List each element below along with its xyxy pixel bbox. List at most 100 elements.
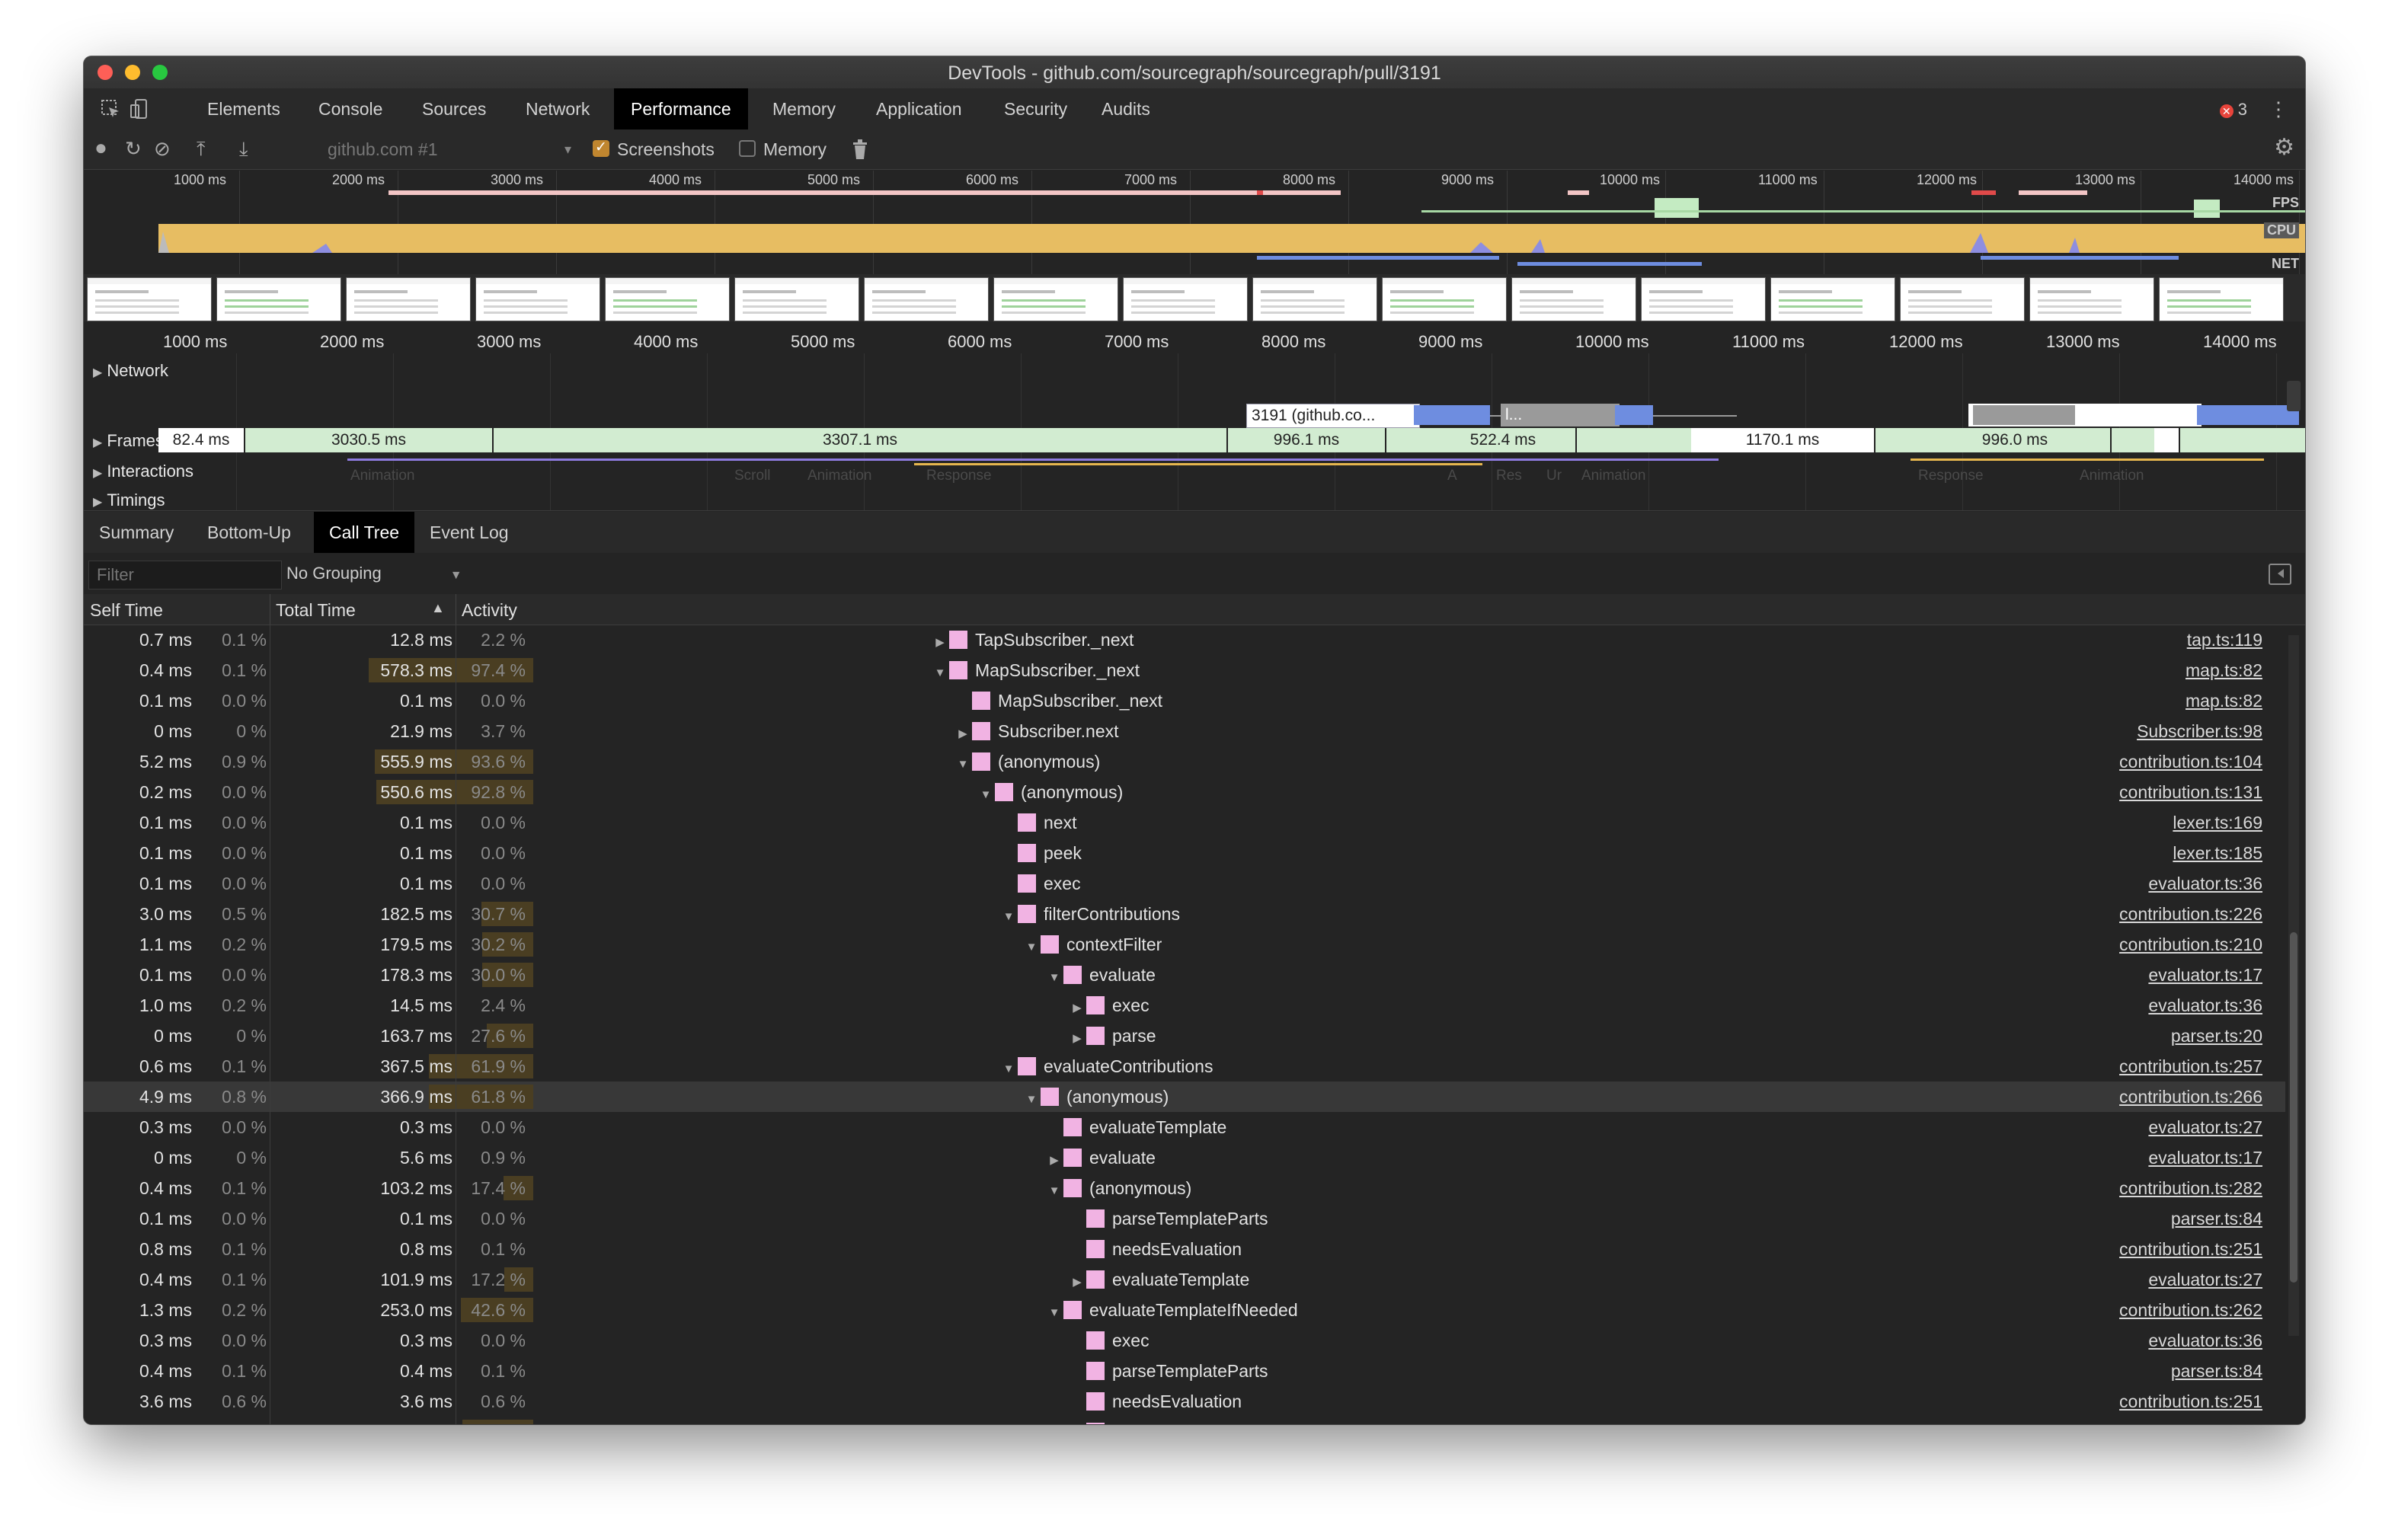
frame-segment[interactable]: 996.0 ms xyxy=(1920,428,2112,452)
total-time-header[interactable]: Total Time xyxy=(276,600,356,621)
timeline-tracks[interactable]: 1000 ms 2000 ms 3000 ms 4000 ms 5000 ms 6000 … xyxy=(84,327,2305,511)
activity-cell[interactable]: parseTemplateParts xyxy=(1068,1203,1268,1234)
screenshot-thumbnail[interactable] xyxy=(1641,277,1766,321)
triangle-down-icon[interactable]: ▼ xyxy=(931,658,949,689)
activity-cell[interactable]: needsEvaluation xyxy=(1068,1234,1242,1264)
source-link[interactable]: evaluator.ts:27 xyxy=(2148,1112,2262,1142)
table-row[interactable]: 0.3 ms 0.0 % 0.3 ms 0.0 % evaluateTemplate ev… xyxy=(84,1112,2285,1142)
source-link[interactable]: tap.ts:119 xyxy=(2187,625,2262,655)
table-row[interactable]: 0 ms 0 % 163.7 ms 27.6 % ▶ parse parser.ts:20 xyxy=(84,1021,2285,1051)
table-row[interactable]: 0.1 ms 0.0 % 0.1 ms 0.0 % peek lexer.ts:185 xyxy=(84,838,2285,868)
more-options-icon[interactable]: ⋮ xyxy=(2269,97,2288,121)
activity-cell[interactable]: ▼ filterContributions xyxy=(999,899,1180,929)
table-row[interactable]: 0 ms 0 % 21.9 ms 3.7 % ▶ Subscriber.next Subsc… xyxy=(84,716,2285,746)
table-row[interactable]: 3.6 ms 0.6 % 3.6 ms 0.6 % needsEvaluation con… xyxy=(84,1386,2285,1417)
triangle-right-icon[interactable]: ▶ xyxy=(1045,1145,1063,1176)
activity-cell[interactable]: MapSubscriber._next xyxy=(954,685,1162,716)
frames-track-toggle[interactable]: ▶ Frames xyxy=(93,431,164,451)
screenshot-thumbnail[interactable] xyxy=(605,277,730,321)
screenshot-thumbnail[interactable] xyxy=(1382,277,1507,321)
source-link[interactable]: parser.ts:84 xyxy=(2171,1356,2262,1386)
network-request-1[interactable]: 3191 (github.co... xyxy=(1246,404,1420,428)
grouping-select[interactable]: No Grouping ▼ xyxy=(286,564,462,583)
activity-cell[interactable]: next xyxy=(999,807,1076,838)
table-row[interactable]: 1.0 ms 0.2 % 14.5 ms 2.4 % ▶ exec evaluator.ts… xyxy=(84,990,2285,1021)
source-link[interactable]: evaluator.ts:27 xyxy=(2148,1264,2262,1295)
frame-segment[interactable]: 996.1 ms xyxy=(1228,428,1386,452)
activity-cell[interactable]: ▼ contextFilter xyxy=(1022,929,1162,960)
activity-cell[interactable]: ▼ evaluate xyxy=(1045,960,1156,990)
source-link[interactable]: evaluator.ts:17 xyxy=(2148,960,2262,990)
tab-security[interactable]: Security xyxy=(987,88,1084,129)
triangle-right-icon[interactable]: ▶ xyxy=(1068,993,1086,1024)
activity-cell[interactable]: ▼ (anonymous) xyxy=(977,777,1124,810)
capture-settings-gear-icon[interactable]: ⚙ xyxy=(2274,134,2294,161)
triangle-down-icon[interactable]: ▼ xyxy=(977,780,995,810)
frame-segment-small[interactable] xyxy=(2154,428,2180,452)
source-link[interactable]: contribution.ts:282 xyxy=(2119,1173,2262,1203)
activity-cell[interactable]: needsEvaluation xyxy=(1068,1386,1242,1417)
source-link[interactable]: contribution.ts:251 xyxy=(2119,1386,2262,1417)
activity-cell[interactable]: ▼ MapSubscriber._next xyxy=(931,655,1140,685)
activity-cell[interactable]: ▶ exec xyxy=(1068,990,1149,1024)
subtab-call-tree[interactable]: Call Tree xyxy=(314,512,415,553)
subtab-event-log[interactable]: Event Log xyxy=(414,512,524,553)
activity-cell[interactable]: ▼ (anonymous) xyxy=(1045,1173,1192,1206)
interaction-bar[interactable] xyxy=(347,458,1488,461)
table-row[interactable]: 0.1 ms 0.0 % 0.1 ms 0.0 % exec evaluator.ts:3… xyxy=(84,868,2285,899)
call-tree-scrollbar[interactable] xyxy=(2288,635,2299,1336)
source-link[interactable]: contribution.ts:262 xyxy=(2119,1295,2262,1325)
triangle-down-icon[interactable]: ▼ xyxy=(1022,1085,1041,1115)
triangle-down-icon[interactable]: ▼ xyxy=(954,749,972,780)
source-link[interactable]: contribution.ts:226 xyxy=(2119,899,2262,929)
screenshot-thumbnail[interactable] xyxy=(993,277,1118,321)
device-toolbar-icon[interactable] xyxy=(128,97,151,120)
table-row[interactable]: 0.7 ms 0.1 % 12.8 ms 2.2 % ▶ TapSubscriber._n… xyxy=(84,625,2285,655)
screenshot-thumbnail[interactable] xyxy=(216,277,341,321)
source-link[interactable]: evaluator.ts:17 xyxy=(2148,1142,2262,1173)
interactions-track-toggle[interactable]: ▶ Interactions xyxy=(93,462,193,481)
scrollbar-thumb[interactable] xyxy=(2290,932,2297,1283)
table-row[interactable]: 0.8 ms 0.1 % 0.8 ms 0.1 % needsEvaluation con… xyxy=(84,1234,2285,1264)
toggle-sidebar-icon[interactable] xyxy=(2269,564,2291,585)
activity-header[interactable]: Activity xyxy=(462,600,517,621)
source-link[interactable]: Subscriber.ts:98 xyxy=(2137,716,2262,746)
tab-network[interactable]: Network xyxy=(509,88,606,129)
tracks-scrollbar[interactable] xyxy=(2287,381,2301,411)
triangle-down-icon[interactable]: ▼ xyxy=(1068,1420,1086,1424)
activity-cell[interactable]: ▶ Subscriber.next xyxy=(954,716,1118,746)
tab-elements[interactable]: Elements xyxy=(190,88,297,129)
table-row[interactable]: 3.0 ms 0.5 % 182.5 ms 30.7 % ▼ filterContribu… xyxy=(84,899,2285,929)
table-row[interactable]: 0.1 ms 0.0 % 0.1 ms 0.0 % next lexer.ts:169 xyxy=(84,807,2285,838)
source-link[interactable]: evaluator.ts:36 xyxy=(2148,990,2262,1021)
triangle-down-icon[interactable]: ▼ xyxy=(1045,1298,1063,1328)
activity-cell[interactable]: ▼ (anonymous) xyxy=(1022,1082,1169,1112)
triangle-down-icon[interactable]: ▼ xyxy=(999,1054,1018,1085)
inspect-element-icon[interactable] xyxy=(99,97,122,120)
source-link[interactable]: contribution.ts:266 xyxy=(2119,1082,2262,1112)
tab-performance[interactable]: Performance xyxy=(614,88,748,129)
triangle-right-icon[interactable]: ▶ xyxy=(1068,1024,1086,1054)
clear-icon[interactable]: ⊘ xyxy=(154,137,171,161)
screenshot-thumbnail[interactable] xyxy=(1511,277,1636,321)
frame-segment[interactable]: 3030.5 ms xyxy=(245,428,494,452)
source-link[interactable]: lexer.ts:169 xyxy=(2173,807,2262,838)
table-row[interactable]: 0.3 ms 0.0 % 0.3 ms 0.0 % exec evaluator.ts:3… xyxy=(84,1325,2285,1356)
table-row[interactable]: 4.9 ms 0.8 % 366.9 ms 61.8 % ▼ (anonymous) con… xyxy=(84,1082,2285,1112)
table-row[interactable]: 5.2 ms 0.9 % 555.9 ms 93.6 % ▼ (anonymous) con… xyxy=(84,746,2285,777)
table-row[interactable]: 1.1 ms 0.2 % 179.5 ms 30.2 % ▼ contextFilter c… xyxy=(84,929,2285,960)
triangle-down-icon[interactable]: ▼ xyxy=(1022,932,1041,963)
source-link[interactable]: contribution.ts:104 xyxy=(2119,746,2262,777)
tab-memory[interactable]: Memory xyxy=(756,88,852,129)
network-request-2[interactable]: l... xyxy=(1501,404,1620,427)
table-row[interactable]: 0.1 ms 0.0 % 0.1 ms 0.0 % MapSubscriber._nex… xyxy=(84,685,2285,716)
source-link[interactable]: contribution.ts:251 xyxy=(2119,1234,2262,1264)
table-row[interactable]: 0.4 ms 0.1 % 101.9 ms 17.2 % ▶ evaluateTempla… xyxy=(84,1264,2285,1295)
garbage-collect-icon[interactable] xyxy=(852,139,868,160)
screenshot-thumbnail[interactable] xyxy=(87,277,212,321)
activity-cell[interactable]: exec xyxy=(999,868,1081,899)
self-time-header[interactable]: Self Time xyxy=(90,600,163,621)
triangle-down-icon[interactable]: ▼ xyxy=(1045,1176,1063,1206)
filter-input[interactable] xyxy=(88,561,282,589)
activity-cell[interactable]: ▶ TapSubscriber._next xyxy=(931,625,1134,655)
